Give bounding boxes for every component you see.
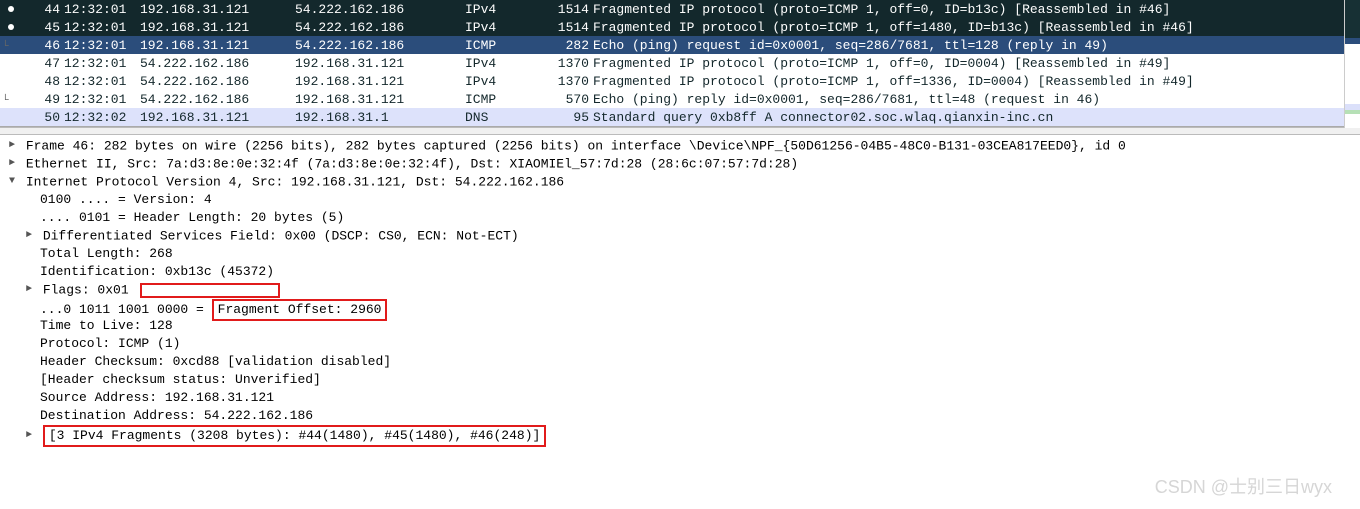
packet-destination: 54.222.162.186 <box>293 18 463 36</box>
ip-fragment-offset[interactable]: ...0 1011 1001 0000 = Fragment Offset: 2… <box>0 299 1360 317</box>
packet-no: 49 <box>22 90 62 108</box>
chevron-right-icon[interactable]: ► <box>23 227 35 245</box>
ip-ttl[interactable]: Time to Live: 128 <box>0 317 1360 335</box>
packet-protocol: IPv4 <box>463 72 545 90</box>
packet-time: 12:32:01 <box>62 36 138 54</box>
ip-protocol[interactable]: Protocol: ICMP (1) <box>0 335 1360 353</box>
packet-row[interactable]: 4412:32:01192.168.31.12154.222.162.186IP… <box>0 0 1360 18</box>
packet-source: 192.168.31.121 <box>138 0 293 18</box>
highlight-box-fragment-offset: Fragment Offset: 2960 <box>212 299 388 321</box>
packet-row[interactable]: 5012:32:02192.168.31.121192.168.31.1DNS9… <box>0 108 1360 126</box>
packet-time: 12:32:01 <box>62 18 138 36</box>
packet-protocol: IPv4 <box>463 54 545 72</box>
ipv4-summary: Internet Protocol Version 4, Src: 192.16… <box>26 174 564 189</box>
packet-length: 1370 <box>545 54 591 72</box>
ip-dsfield[interactable]: ► Differentiated Services Field: 0x00 (D… <box>0 227 1360 245</box>
packet-time: 12:32:01 <box>62 54 138 72</box>
packet-row[interactable]: 4512:32:01192.168.31.12154.222.162.186IP… <box>0 18 1360 36</box>
ip-identification[interactable]: Identification: 0xb13c (45372) <box>0 263 1360 281</box>
packet-protocol: IPv4 <box>463 18 545 36</box>
packet-time: 12:32:02 <box>62 108 138 126</box>
packet-destination: 192.168.31.121 <box>293 72 463 90</box>
packet-destination: 192.168.31.1 <box>293 108 463 126</box>
packet-row[interactable]: └4912:32:0154.222.162.186192.168.31.121I… <box>0 90 1360 108</box>
packet-length: 1514 <box>545 0 591 18</box>
packet-length: 1370 <box>545 72 591 90</box>
ip-fragments-summary[interactable]: ► [3 IPv4 Fragments (3208 bytes): #44(14… <box>0 425 1360 443</box>
packet-info: Fragmented IP protocol (proto=ICMP 1, of… <box>591 54 1360 72</box>
tree-ipv4[interactable]: ▼ Internet Protocol Version 4, Src: 192.… <box>0 173 1360 191</box>
ip-checksum-status[interactable]: [Header checksum status: Unverified] <box>0 371 1360 389</box>
packet-info: Fragmented IP protocol (proto=ICMP 1, of… <box>591 18 1360 36</box>
packet-source: 192.168.31.121 <box>138 108 293 126</box>
packet-info: Echo (ping) request id=0x0001, seq=286/7… <box>591 36 1360 54</box>
packet-destination: 54.222.162.186 <box>293 0 463 18</box>
packet-source: 54.222.162.186 <box>138 72 293 90</box>
ip-header-length[interactable]: .... 0101 = Header Length: 20 bytes (5) <box>0 209 1360 227</box>
packet-info: Echo (ping) reply id=0x0001, seq=286/768… <box>591 90 1360 108</box>
minimap-scrollbar[interactable] <box>1344 0 1360 128</box>
chevron-right-icon[interactable]: ► <box>6 155 18 173</box>
packet-source: 192.168.31.121 <box>138 36 293 54</box>
packet-no: 45 <box>22 18 62 36</box>
row-marker <box>0 54 22 72</box>
packet-source: 54.222.162.186 <box>138 90 293 108</box>
packet-row[interactable]: 4812:32:0154.222.162.186192.168.31.121IP… <box>0 72 1360 90</box>
packet-protocol: DNS <box>463 108 545 126</box>
highlight-box-fragments: [3 IPv4 Fragments (3208 bytes): #44(1480… <box>43 425 546 447</box>
ip-total-length[interactable]: Total Length: 268 <box>0 245 1360 263</box>
packet-no: 50 <box>22 108 62 126</box>
packet-destination: 54.222.162.186 <box>293 36 463 54</box>
ip-version[interactable]: 0100 .... = Version: 4 <box>0 191 1360 209</box>
packet-no: 47 <box>22 54 62 72</box>
packet-source: 192.168.31.121 <box>138 18 293 36</box>
packet-length: 95 <box>545 108 591 126</box>
row-marker <box>0 108 22 126</box>
packet-protocol: ICMP <box>463 90 545 108</box>
packet-destination: 192.168.31.121 <box>293 54 463 72</box>
packet-protocol: IPv4 <box>463 0 545 18</box>
packet-destination: 192.168.31.121 <box>293 90 463 108</box>
packet-list-panel: 4412:32:01192.168.31.12154.222.162.186IP… <box>0 0 1360 127</box>
packet-table[interactable]: 4412:32:01192.168.31.12154.222.162.186IP… <box>0 0 1360 126</box>
packet-info: Fragmented IP protocol (proto=ICMP 1, of… <box>591 0 1360 18</box>
row-marker <box>0 18 22 36</box>
frame-summary: Frame 46: 282 bytes on wire (2256 bits),… <box>26 138 1126 153</box>
row-marker: └ <box>0 36 22 54</box>
tree-frame[interactable]: ► Frame 46: 282 bytes on wire (2256 bits… <box>0 137 1360 155</box>
packet-row[interactable]: 4712:32:0154.222.162.186192.168.31.121IP… <box>0 54 1360 72</box>
ip-checksum[interactable]: Header Checksum: 0xcd88 [validation disa… <box>0 353 1360 371</box>
packet-no: 44 <box>22 0 62 18</box>
ip-src-address[interactable]: Source Address: 192.168.31.121 <box>0 389 1360 407</box>
tree-ethernet[interactable]: ► Ethernet II, Src: 7a:d3:8e:0e:32:4f (7… <box>0 155 1360 173</box>
packet-row[interactable]: └4612:32:01192.168.31.12154.222.162.186I… <box>0 36 1360 54</box>
packet-info: Standard query 0xb8ff A connector02.soc.… <box>591 108 1360 126</box>
chevron-right-icon[interactable]: ► <box>23 427 35 445</box>
packet-time: 12:32:01 <box>62 0 138 18</box>
packet-length: 570 <box>545 90 591 108</box>
ip-flags[interactable]: ► Flags: 0x01 <box>0 281 1360 299</box>
watermark: CSDN @士别三日wyx <box>1155 473 1332 499</box>
ip-dst-address[interactable]: Destination Address: 54.222.162.186 <box>0 407 1360 425</box>
packet-time: 12:32:01 <box>62 72 138 90</box>
packet-protocol: ICMP <box>463 36 545 54</box>
row-marker: └ <box>0 90 22 108</box>
row-marker <box>0 0 22 18</box>
chevron-down-icon[interactable]: ▼ <box>6 173 18 191</box>
packet-no: 46 <box>22 36 62 54</box>
chevron-right-icon[interactable]: ► <box>23 281 35 299</box>
packet-time: 12:32:01 <box>62 90 138 108</box>
packet-no: 48 <box>22 72 62 90</box>
packet-source: 54.222.162.186 <box>138 54 293 72</box>
row-marker <box>0 72 22 90</box>
packet-length: 1514 <box>545 18 591 36</box>
packet-length: 282 <box>545 36 591 54</box>
packet-details-panel[interactable]: ► Frame 46: 282 bytes on wire (2256 bits… <box>0 135 1360 447</box>
packet-info: Fragmented IP protocol (proto=ICMP 1, of… <box>591 72 1360 90</box>
chevron-right-icon[interactable]: ► <box>6 137 18 155</box>
ethernet-summary: Ethernet II, Src: 7a:d3:8e:0e:32:4f (7a:… <box>26 156 798 171</box>
highlight-box-flags <box>140 283 280 298</box>
pane-divider[interactable] <box>0 127 1360 135</box>
